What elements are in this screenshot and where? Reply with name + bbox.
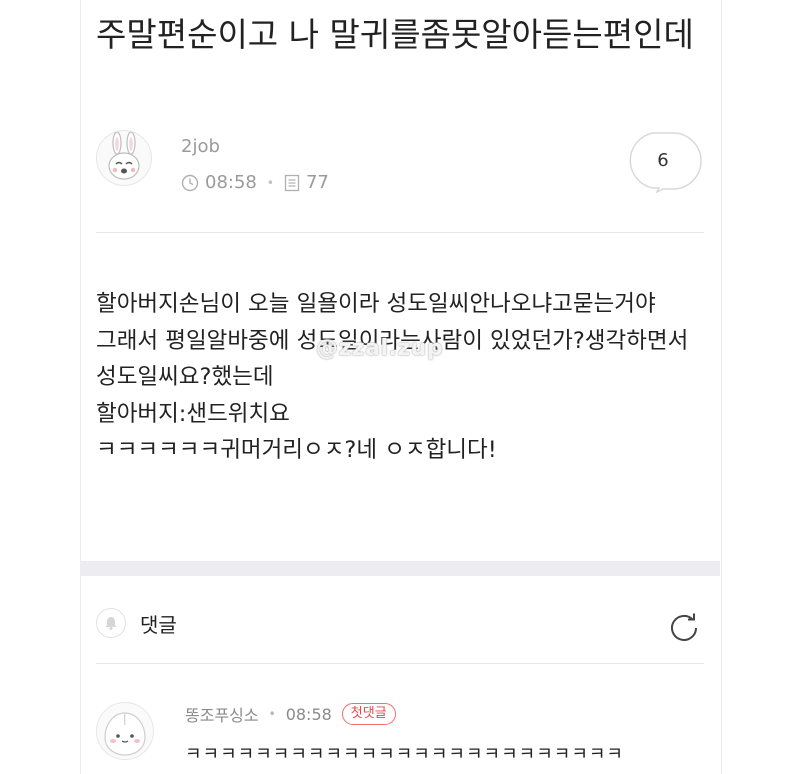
- author-avatar[interactable]: [96, 130, 152, 186]
- comment-avatar[interactable]: [96, 702, 154, 760]
- bell-button[interactable]: [96, 608, 126, 638]
- comment-header: 똥조푸싱소 • 08:58 첫댓글: [185, 702, 396, 726]
- first-comment-badge: 첫댓글: [341, 703, 396, 725]
- meta-separator: •: [266, 175, 274, 190]
- refresh-icon[interactable]: [666, 610, 702, 646]
- post-meta: 08:58 • 77: [181, 172, 329, 193]
- comment-text: ㅋㅋㅋㅋㅋㅋㅋㅋㅋㅋㅋㅋㅋㅋㅋㅋㅋㅋㅋㅋㅋㅋㅋㅋㅋ: [185, 744, 624, 765]
- comments-label: 댓글: [140, 612, 177, 637]
- clock-icon: [181, 174, 199, 191]
- post-time: 08:58: [205, 172, 257, 193]
- post-views: 77: [305, 172, 329, 193]
- comment-author[interactable]: 똥조푸싱소: [185, 702, 259, 726]
- post-title: 주말편순이고 나 말귀를좀못알아듣는편인데: [96, 15, 694, 54]
- author-name[interactable]: 2job: [181, 136, 220, 157]
- body-line: 할아버지:샌드위치요: [96, 400, 290, 427]
- comment-separator: •: [268, 707, 276, 721]
- header-divider: [96, 232, 704, 233]
- comment-count[interactable]: 6: [623, 150, 703, 171]
- comments-divider: [96, 663, 704, 664]
- comments-header: 댓글: [96, 608, 177, 638]
- document-icon: [284, 174, 300, 191]
- body-line: ㅋㅋㅋㅋㅋㅋ귀머거리ㅇㅈ?네 ㅇㅈ합니다!: [96, 437, 497, 463]
- post-body: 할아버지손님이 오늘 일욜이라 성도일씨안나오냐고묻는거야 그래서 평일알바중에…: [96, 286, 706, 469]
- section-separator: [80, 561, 720, 576]
- rabbit-avatar-icon: [108, 131, 140, 180]
- comment-time: 08:58: [285, 704, 332, 724]
- apeach-avatar-icon: [104, 712, 146, 756]
- bell-icon: [105, 617, 117, 630]
- watermark: @zzal.zup: [316, 336, 444, 361]
- body-line: 할아버지손님이 오늘 일욜이라 성도일씨안나오냐고묻는거야: [96, 291, 656, 317]
